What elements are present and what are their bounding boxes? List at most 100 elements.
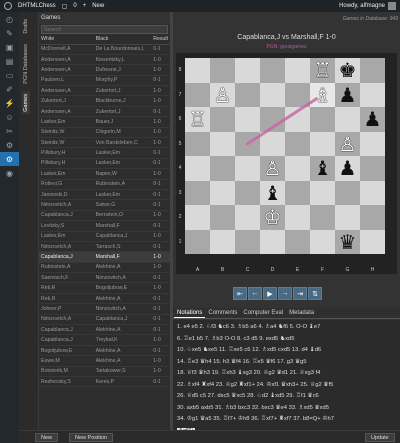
notation-line[interactable]: 1. e4 e5 2. ♘f3 ♞c6 3. ♗b5 a6 4. ♗a4 ♞f6… [177, 322, 396, 334]
tab-drafts[interactable]: Drafts [22, 17, 30, 36]
tab-metadata[interactable]: Metadata [286, 308, 317, 318]
users-icon[interactable]: ☺ [0, 110, 19, 124]
table-row[interactable]: Steinitz,W Von Bardeleben,C 1-0 [39, 137, 170, 149]
column-white[interactable]: White [39, 35, 94, 45]
table-row[interactable]: Nimzovitch,A Tarrasch,S 0-1 [39, 241, 170, 253]
table-row[interactable]: Reshevsky,S Keres,P 0-1 [39, 376, 170, 388]
black-cell: Zukertort,J [93, 85, 152, 97]
result-cell: 0-1 [151, 324, 170, 336]
table-row[interactable]: Steinitz,W Chigorin,M 1-0 [39, 127, 170, 139]
column-result[interactable]: Result [151, 35, 170, 45]
comments-menu-icon[interactable]: ▭ [0, 68, 19, 82]
chess-gear-icon[interactable]: ⚙ [0, 152, 19, 166]
table-row[interactable]: Euwe,M Alekhine,A 1-0 [39, 355, 170, 367]
appearance-brush-icon[interactable]: ✐ [0, 82, 19, 96]
notation-line[interactable]: 22. ♗xf4 ♜xf4 23. ♕g2 ♜xf1+ 24. ♔xf1 ♛xh… [177, 380, 396, 392]
table-row[interactable]: Capablanca,J Alekhine,A 0-1 [39, 324, 170, 336]
dashboard-icon[interactable]: ◴ [0, 12, 19, 26]
white-cell: Reti,R [39, 293, 94, 305]
table-row[interactable]: Anderssen,A Zukertort,J 0-1 [39, 106, 170, 118]
table-row[interactable]: McDonnell,A De La Bourdonnais,L 0-1 [39, 44, 170, 55]
table-row[interactable]: Zukertort,J Blackburne,J 1-0 [39, 95, 170, 107]
white-cell: Steinitz,W [39, 127, 94, 139]
result-cell: 0-1 [151, 158, 170, 170]
settings-icon[interactable]: ⚙ [0, 138, 19, 152]
update-button[interactable]: Update [365, 433, 395, 442]
notation-line[interactable]: 10. ♘xe5 ♞xe5 11. ♖xe5 c6 12. ♗xd5 cxd5 … [177, 345, 396, 357]
notation-line[interactable]: 6. ♖e1 b5 7. ♗b3 O-O 8. c3 d5 9. exd5 ♞x… [177, 334, 396, 346]
table-row[interactable]: Reti,R Bogoljubow,E 1-0 [39, 282, 170, 294]
table-row[interactable]: Johner,P Nimzovitch,A 0-1 [39, 303, 170, 315]
table-row[interactable]: Pillsbury,H Lasker,Em 0-1 [39, 158, 170, 170]
black-cell: Kieseritzky,L [93, 54, 152, 66]
user-menu[interactable]: Howdy, alfmagne [339, 2, 396, 10]
plugins-icon[interactable]: ⚡ [0, 96, 19, 110]
black-cell: Blackburne,J [93, 95, 152, 107]
wordpress-logo-icon[interactable] [4, 2, 12, 10]
column-black[interactable]: Black [93, 35, 152, 45]
table-row[interactable]: Lasker,Em Capablanca,J 1-0 [39, 231, 170, 242]
result-cell: 1-0 [151, 251, 170, 263]
flip-board-button[interactable]: ⇅ [308, 287, 322, 300]
new-position-button[interactable]: New Position [69, 433, 114, 442]
table-row[interactable]: Lasker,Em Bauer,J 1-0 [39, 116, 170, 128]
table-row[interactable]: Lasker,Em Napier,W 1-0 [39, 168, 170, 180]
result-cell: 0-1 [151, 106, 170, 118]
table-row[interactable]: Rubinstein,A Alekhine,A 1-0 [39, 262, 170, 274]
new-button[interactable]: New [35, 433, 59, 442]
tab-computer-eval[interactable]: Computer Eval [240, 308, 286, 318]
media-icon[interactable]: ▣ [0, 40, 19, 54]
plus-icon[interactable]: + [83, 3, 87, 9]
notation-line[interactable]: 18. ♕f3 ♛h3 19. ♖xh3 ♝xg3 20. ♕g2 ♛d1 21… [177, 368, 396, 380]
notation-line[interactable]: 26. ♕d5 c5 27. dxc5 ♛xc5 28. ♘d2 ♝xd5 29… [177, 391, 396, 403]
table-row[interactable]: Capablanca,J Marshall,F 1-0 [39, 251, 170, 263]
collapse-menu-icon[interactable]: ◉ [0, 166, 19, 180]
table-row[interactable]: Nimzovitch,A Capablanca,J 0-1 [39, 314, 170, 326]
notation-line[interactable]: 30. axb5 axb5 31. ♗b3 bxc3 32. bxc3 ♛e4 … [177, 403, 396, 415]
notation-line[interactable]: 14. ♖e3 ♛h4 15. h3 ♛f4 16. ♖e5 ♛f6 17. g… [177, 357, 396, 369]
table-row[interactable]: Capablanca,J Bernstein,O 1-0 [39, 210, 170, 222]
table-row[interactable]: Reti,R Alekhine,A 0-1 [39, 293, 170, 305]
white-cell: Rubinstein,A [39, 262, 94, 274]
table-row[interactable]: Anderssen,A Kieseritzky,L 1-0 [39, 54, 170, 66]
comments-count[interactable]: 0 [73, 3, 76, 9]
posts-pin-icon[interactable]: ✎ [0, 26, 19, 40]
table-row[interactable]: Levitzky,S Marshall,F 0-1 [39, 220, 170, 232]
result-cell: 1-0 [151, 54, 170, 66]
table-row[interactable]: Capablanca,J Treybal,K 1-0 [39, 334, 170, 346]
howdy-text[interactable]: Howdy, alfmagne [339, 3, 385, 9]
table-row[interactable]: Pillsbury,H Lasker,Em 0-1 [39, 147, 170, 159]
search-input[interactable] [41, 25, 168, 34]
first-move-button[interactable]: ⇤ [233, 287, 247, 300]
avatar[interactable] [388, 2, 396, 10]
result-cell: 1-0 [151, 137, 170, 149]
table-row[interactable]: Rotlevi,G Rubinstein,A 0-1 [39, 179, 170, 190]
result-cell: 0-1 [151, 179, 170, 190]
result-cell: 0-1 [151, 220, 170, 232]
comments-icon[interactable]: ▢ [62, 3, 68, 10]
site-name-link[interactable]: DHTMLChess [18, 3, 56, 9]
table-row[interactable]: Anderssen,A Zukertort,J 1-0 [39, 85, 170, 97]
chess-board[interactable]: ♖ ♚ ♙ ♗ ♟ ♖ ♟ ♙ ♙ ♝ ♟ ♝ ♔ ♛ 8 7 6 5 4 3 2 1 A B C D E F G H [176, 53, 397, 274]
table-row[interactable]: Paulsen,L Morphy,P 0-1 [39, 75, 170, 87]
notation-line[interactable]: 34. ♔g1 ♛a5 35. ♖f7+ ♔h8 36. ♖xf7+ ♜xf7 … [177, 414, 396, 426]
last-move-button[interactable]: ⇥ [293, 287, 307, 300]
table-row[interactable]: Bogoljubow,E Alekhine,A 0-1 [39, 345, 170, 357]
tools-wrench-icon[interactable]: ✂ [0, 124, 19, 138]
next-move-button[interactable]: → [278, 287, 292, 300]
table-row[interactable]: Anderssen,A Dufresne,J 1-0 [39, 64, 170, 76]
table-row[interactable]: Saemisch,F Nimzovitch,A 0-1 [39, 272, 170, 284]
black-cell: Marshall,F [93, 251, 152, 263]
tab-comments[interactable]: Comments [205, 308, 240, 318]
previous-move-button[interactable]: ← [248, 287, 262, 300]
pages-icon[interactable]: ▤ [0, 54, 19, 68]
table-row[interactable]: Nimzovitch,A Salwe,G 0-1 [39, 199, 170, 211]
play-button[interactable]: ▶ [263, 287, 277, 300]
table-row[interactable]: Botvinnik,M Tartakower,S 1-0 [39, 366, 170, 378]
tab-games[interactable]: Games [22, 92, 30, 114]
tab-pgn-databases[interactable]: PGN Databases [22, 42, 30, 86]
table-row[interactable]: Janowski,D Lasker,Em 0-1 [39, 189, 170, 201]
tab-notations[interactable]: Notations [174, 308, 206, 318]
new-link[interactable]: New [92, 3, 104, 9]
black-cell: Tarrasch,S [93, 241, 152, 253]
